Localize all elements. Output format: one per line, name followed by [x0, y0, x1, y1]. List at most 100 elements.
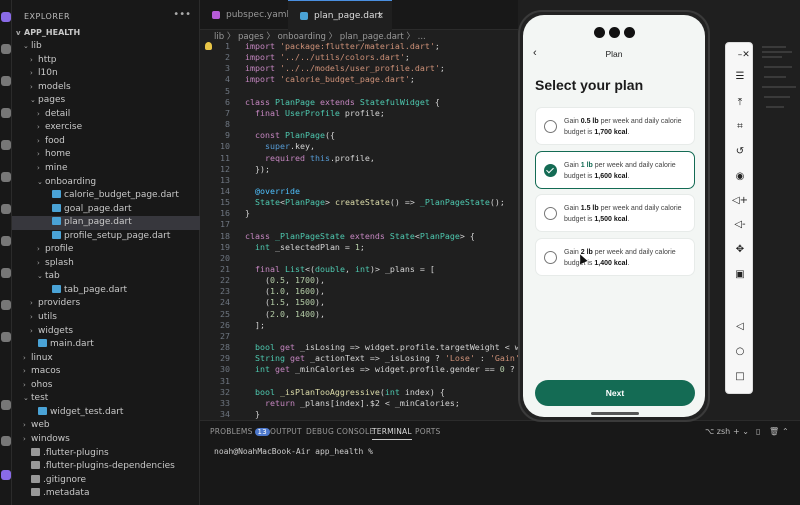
- plan-option[interactable]: Gain 0.5 lb per week and daily calorie b…: [535, 107, 695, 145]
- plan-option[interactable]: Gain 1.5 lb per week and daily calorie b…: [535, 194, 695, 233]
- folder-item[interactable]: › detail: [12, 108, 200, 122]
- tab-terminal[interactable]: TERMINAL: [372, 427, 412, 440]
- tab-problems[interactable]: PROBLEMS 13: [210, 427, 270, 436]
- code-line[interactable]: final List<(double, int)> _plans = [: [245, 264, 435, 274]
- screenshot-icon[interactable]: ▣: [730, 265, 750, 285]
- file-item[interactable]: plan_page.dart: [12, 216, 200, 230]
- terminal-shell-label[interactable]: ⌥ zsh: [705, 427, 730, 436]
- folder-item[interactable]: › linux: [12, 352, 200, 366]
- file-item[interactable]: .gitignore: [12, 474, 200, 488]
- folder-item[interactable]: › windows: [12, 433, 200, 447]
- folder-item[interactable]: › exercise: [12, 121, 200, 135]
- gamepad-icon[interactable]: ✥: [730, 240, 750, 260]
- tab-plan-page[interactable]: plan_page.dart ×: [288, 0, 392, 30]
- file-item[interactable]: goal_page.dart: [12, 203, 200, 217]
- screen-record-icon[interactable]: ↺: [730, 142, 750, 162]
- tab-debug-console[interactable]: DEBUG CONSOLE: [306, 427, 374, 436]
- close-icon[interactable]: ✕: [740, 45, 752, 65]
- code-line[interactable]: bool get _isLosing => widget.profile.tar…: [245, 342, 518, 352]
- project-root[interactable]: v APP_HEALTH: [12, 26, 200, 40]
- overview-square-icon[interactable]: □: [730, 367, 750, 387]
- code-line[interactable]: import 'calorie_budget_page.dart';: [245, 74, 415, 84]
- extensions-icon[interactable]: [1, 140, 11, 150]
- code-line[interactable]: });: [245, 164, 270, 174]
- code-editor[interactable]: 1 import 'package:flutter/material.dart';…: [200, 40, 518, 420]
- radio-unchecked-icon[interactable]: [544, 207, 557, 221]
- folder-item[interactable]: ⌄ onboarding: [12, 176, 200, 190]
- flutter-icon[interactable]: [1, 172, 11, 182]
- code-line[interactable]: bool _isPlanTooAggressive(int index) {: [245, 387, 445, 397]
- volume-up-icon[interactable]: ◁-: [730, 215, 750, 235]
- code-line[interactable]: }: [245, 208, 250, 218]
- volume-down-icon[interactable]: ◁+: [730, 191, 750, 211]
- code-line[interactable]: const PlanPage({: [245, 130, 335, 140]
- file-item[interactable]: .metadata: [12, 487, 200, 501]
- file-item[interactable]: profile_setup_page.dart: [12, 230, 200, 244]
- close-icon[interactable]: ×: [376, 1, 384, 31]
- back-triangle-icon[interactable]: ◁: [730, 317, 750, 337]
- menu-icon[interactable]: ☰: [730, 67, 750, 87]
- code-line[interactable]: (1.5, 1500),: [245, 297, 325, 307]
- database-icon[interactable]: [1, 300, 11, 310]
- crop-icon[interactable]: ⌗: [730, 117, 750, 137]
- code-line[interactable]: (0.5, 1700),: [245, 275, 325, 285]
- folder-item[interactable]: › home: [12, 148, 200, 162]
- code-line[interactable]: }: [245, 409, 260, 419]
- code-line[interactable]: class PlanPage extends StatefulWidget {: [245, 97, 440, 107]
- rotate-icon[interactable]: ⤒: [730, 93, 750, 113]
- file-item[interactable]: main.dart: [12, 338, 200, 352]
- plan-option[interactable]: Gain 2 lb per week and daily calorie bud…: [535, 237, 695, 276]
- terminal-prompt[interactable]: noah@NoahMacBook-Air app_health %: [214, 447, 373, 456]
- folder-item[interactable]: › web: [12, 419, 200, 433]
- tab-ports[interactable]: PORTS: [415, 427, 440, 436]
- accounts-icon[interactable]: [1, 436, 11, 446]
- code-line[interactable]: (2.0, 1400),: [245, 309, 325, 319]
- folder-item[interactable]: › utils: [12, 311, 200, 325]
- source-control-icon[interactable]: [1, 76, 11, 86]
- testing-icon[interactable]: [1, 204, 11, 214]
- folder-item[interactable]: › macos: [12, 365, 200, 379]
- new-terminal-icon[interactable]: + ⌄: [733, 427, 749, 436]
- folder-item[interactable]: ⌄ test: [12, 392, 200, 406]
- maximize-icon[interactable]: ⌃: [782, 427, 789, 436]
- gitlens-icon[interactable]: [1, 400, 11, 410]
- location-icon[interactable]: ◉: [730, 167, 750, 187]
- run-debug-icon[interactable]: [1, 108, 11, 118]
- code-line[interactable]: (1.0, 1600),: [245, 286, 325, 296]
- folder-item[interactable]: › splash: [12, 257, 200, 271]
- folder-item[interactable]: › widgets: [12, 325, 200, 339]
- github-icon[interactable]: [1, 332, 11, 342]
- file-item[interactable]: calorie_budget_page.dart: [12, 189, 200, 203]
- tab-pubspec[interactable]: pubspec.yaml: [200, 0, 289, 30]
- code-line[interactable]: import '../../models/user_profile.dart';: [245, 63, 445, 73]
- code-line[interactable]: State<PlanPage> createState() => _PlanPa…: [245, 197, 505, 207]
- folder-item[interactable]: ⌄ tab: [12, 270, 200, 284]
- plan-option[interactable]: Gain 1 lb per week and daily calorie bud…: [535, 150, 695, 189]
- file-item[interactable]: .flutter-plugins: [12, 447, 200, 461]
- search-icon[interactable]: [1, 44, 11, 54]
- minimap[interactable]: [760, 42, 800, 202]
- code-line[interactable]: return _plans[index].$2 < _minCalories;: [245, 398, 460, 408]
- tab-output[interactable]: OUTPUT: [270, 427, 302, 436]
- next-button[interactable]: Next: [535, 380, 695, 406]
- folder-item[interactable]: › ohos: [12, 379, 200, 393]
- code-line[interactable]: int _selectedPlan = 1;: [245, 242, 365, 252]
- folder-item[interactable]: › mine: [12, 162, 200, 176]
- explorer-icon[interactable]: [1, 12, 11, 22]
- folder-item[interactable]: ⌄ pages: [12, 94, 200, 108]
- folder-item[interactable]: › profile: [12, 243, 200, 257]
- emulator-screen[interactable]: ‹ Plan Select your plan Gain 0.5 lb per …: [523, 15, 705, 417]
- folder-item[interactable]: ⌄ lib: [12, 40, 200, 54]
- home-indicator[interactable]: [591, 412, 639, 415]
- folder-item[interactable]: › l10n: [12, 67, 200, 81]
- radio-checked-icon[interactable]: [544, 163, 557, 177]
- file-item[interactable]: .flutter-plugins-dependencies: [12, 460, 200, 474]
- code-line[interactable]: import 'package:flutter/material.dart';: [245, 41, 440, 51]
- code-line[interactable]: String get _actionText => _isLosing ? 'L…: [245, 353, 518, 363]
- home-circle-icon[interactable]: ○: [730, 342, 750, 362]
- code-line[interactable]: final UserProfile profile;: [245, 108, 385, 118]
- code-line[interactable]: int get _minCalories => widget.profile.g…: [245, 364, 518, 374]
- code-line[interactable]: class _PlanPageState extends State<PlanP…: [245, 231, 475, 241]
- split-terminal-icon[interactable]: ▯: [756, 427, 760, 436]
- code-line[interactable]: ];: [245, 320, 265, 330]
